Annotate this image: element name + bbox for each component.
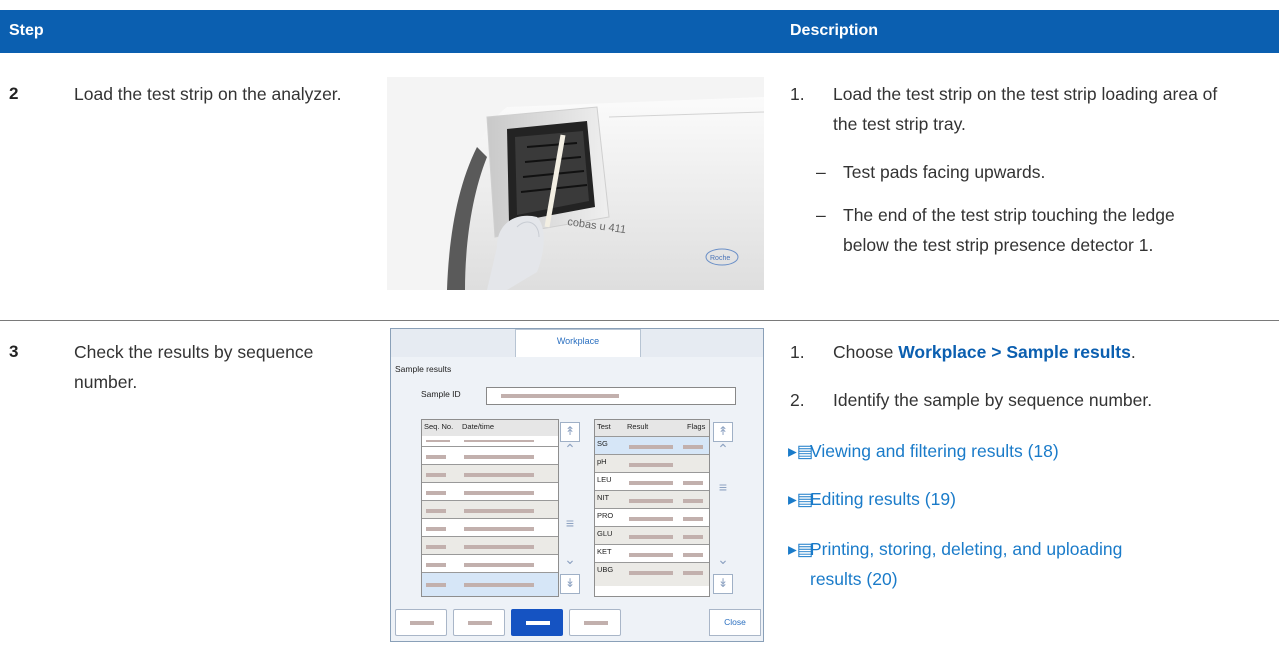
table-row[interactable]: pH	[595, 454, 709, 472]
scroll-bottom-button[interactable]: ↡	[713, 574, 733, 594]
table-row[interactable]	[422, 536, 558, 554]
tab-workplace[interactable]: Workplace	[515, 329, 641, 357]
step-number: 3	[9, 342, 19, 361]
table-row[interactable]	[422, 572, 558, 596]
instruction-item: 1. Choose Workplace > Sample results.	[790, 337, 1260, 367]
table-row[interactable]: LEU	[595, 472, 709, 490]
table-row[interactable]	[422, 554, 558, 572]
col-test: Test	[597, 422, 611, 431]
header-description: Description	[790, 22, 879, 39]
table-row[interactable]: PRO	[595, 508, 709, 526]
table-row[interactable]	[422, 500, 558, 518]
brand-logo-text: Roche	[710, 255, 730, 262]
table-row[interactable]: NIT	[595, 490, 709, 508]
scroll-handle-icon[interactable]: ≡	[712, 479, 734, 495]
table-header-row: Test Result Flags	[595, 420, 709, 436]
scroll-up-icon[interactable]: ⌃	[559, 441, 581, 458]
scroll-down-icon[interactable]: ⌄	[712, 551, 734, 568]
sample-results-screen: Workplace Sample results Sample ID Seq. …	[390, 328, 764, 642]
item-number: 1.	[790, 342, 805, 362]
step-text: Check the results by sequence number.	[74, 342, 314, 392]
footer-button[interactable]	[453, 609, 505, 636]
scroll-down-icon[interactable]: ⌄	[559, 551, 581, 568]
subitem-text: The end of the test strip touching the l…	[843, 205, 1175, 255]
col-seq-no: Seq. No.	[424, 422, 454, 431]
scroll-top-button[interactable]: ↟	[560, 422, 580, 442]
footer-button[interactable]	[395, 609, 447, 636]
col-result: Result	[627, 422, 649, 431]
dash: –	[816, 162, 826, 182]
instruction-item: 1. Load the test strip on the test strip…	[790, 79, 1250, 139]
item-text: Load the test strip on the test strip lo…	[833, 84, 1218, 134]
table-row[interactable]: SG	[595, 436, 709, 454]
table-row[interactable]: UBG	[595, 562, 709, 586]
col-datetime: Date/time	[462, 422, 495, 431]
test-results-table: Test Result Flags SG pH LEU NIT PRO GLU …	[594, 419, 710, 597]
item-number: 2.	[790, 390, 805, 410]
table-row[interactable]	[422, 518, 558, 536]
footer-button-active[interactable]	[511, 609, 563, 636]
tab-bar: Workplace	[391, 329, 763, 357]
table-row[interactable]	[422, 446, 558, 464]
sequence-table: Seq. No. Date/time	[421, 419, 559, 597]
header-step: Step	[9, 22, 44, 39]
subitem: – Test pads facing upwards.	[816, 157, 1236, 187]
sample-id-field[interactable]	[486, 387, 736, 405]
subitem: – The end of the test strip touching the…	[816, 200, 1236, 290]
subitem-text: Test pads facing upwards.	[843, 162, 1046, 182]
analyzer-illustration: cobas u 411 Roche	[387, 77, 764, 290]
workplace-sample-results-link[interactable]: Workplace > Sample results	[898, 342, 1131, 362]
footer-button[interactable]	[569, 609, 621, 636]
scroll-up-icon[interactable]: ⌃	[712, 441, 734, 458]
scroll-bottom-button[interactable]: ↡	[560, 574, 580, 594]
table-row[interactable]: GLU	[595, 526, 709, 544]
step-number: 2	[9, 84, 19, 103]
cross-reference-link[interactable]: ▸▤ Viewing and filtering results (18)	[788, 436, 1258, 466]
cross-reference-link[interactable]: ▸▤ Editing results (19)	[788, 484, 1258, 514]
table-row[interactable]	[422, 482, 558, 500]
row-divider	[0, 320, 1279, 321]
dash: –	[816, 205, 826, 225]
analyzer-photo: cobas u 411 Roche	[387, 77, 764, 290]
scroll-handle-icon[interactable]: ≡	[559, 515, 581, 531]
item-number: 1.	[790, 84, 805, 104]
instruction-item: 2. Identify the sample by sequence numbe…	[790, 385, 1260, 415]
table-row[interactable]	[422, 464, 558, 482]
table-row[interactable]: KET	[595, 544, 709, 562]
sample-id-label: Sample ID	[421, 389, 461, 399]
item-text: Choose Workplace > Sample results.	[833, 342, 1136, 362]
item-text: Identify the sample by sequence number.	[833, 390, 1153, 410]
scroll-top-button[interactable]: ↟	[713, 422, 733, 442]
col-flags: Flags	[687, 422, 706, 431]
screen-title: Sample results	[395, 364, 452, 374]
table-header-row: Seq. No. Date/time	[422, 420, 558, 436]
step-text: Load the test strip on the analyzer.	[74, 84, 342, 104]
close-button[interactable]: Close	[709, 609, 761, 636]
table-header: Step Description	[0, 10, 1279, 53]
cross-reference-link[interactable]: ▸▤ Printing, storing, deleting, and uplo…	[788, 534, 1258, 594]
